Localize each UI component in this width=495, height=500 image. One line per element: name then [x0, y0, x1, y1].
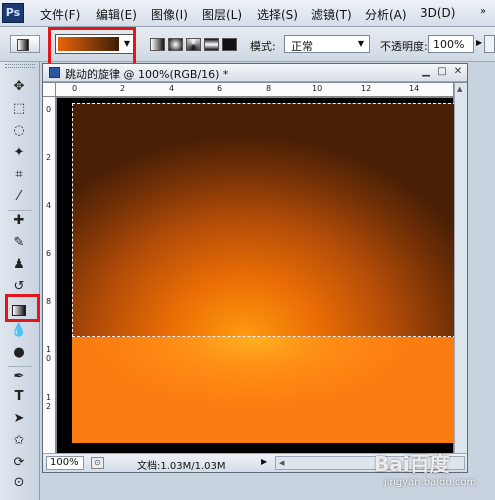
crop-tool-icon[interactable]: ⌗ [9, 166, 29, 184]
scroll-left-icon[interactable]: ◀ [279, 459, 284, 467]
toolbox-divider [8, 210, 32, 211]
ruler-label: 6 [46, 249, 52, 258]
menu-3d[interactable]: 3D(D) [420, 6, 455, 20]
document-size-info: 文档:1.03M/1.03M [137, 461, 226, 472]
ruler-origin[interactable] [43, 83, 56, 97]
menu-select[interactable]: 选择(S) [257, 6, 298, 23]
opacity-dropdown-icon[interactable]: ▶ [476, 38, 482, 47]
ruler-label: 0 [46, 105, 52, 114]
ruler-label: 4 [46, 201, 52, 210]
close-icon[interactable]: ✕ [451, 65, 465, 79]
clone-stamp-tool-icon[interactable]: ♟ [9, 256, 29, 274]
orange-fill [72, 337, 456, 443]
opacity-input[interactable]: 100% [428, 35, 474, 53]
brush-tool-icon[interactable]: ✎ [9, 234, 29, 252]
tool-preset-picker[interactable] [10, 35, 40, 53]
right-panel-strip [470, 63, 495, 500]
pen-tool-icon[interactable]: ✒ [9, 368, 29, 386]
mode-select[interactable]: 正常 ▼ [284, 35, 370, 53]
magic-wand-tool-icon[interactable]: ✦ [9, 144, 29, 162]
gradient-tool-highlight [5, 294, 40, 322]
menu-analysis[interactable]: 分析(A) [365, 6, 407, 23]
radial-gradient-icon[interactable] [168, 38, 183, 51]
horizontal-ruler[interactable]: 0 2 4 6 8 10 12 14 [56, 83, 453, 97]
opacity-value: 100% [433, 38, 465, 51]
vertical-ruler[interactable]: 0 2 4 6 8 10 12 [43, 97, 56, 453]
diamond-gradient-icon[interactable] [222, 38, 237, 51]
ruler-label: 10 [312, 84, 323, 93]
ruler-label: 6 [217, 84, 223, 93]
menu-bar: Ps 文件(F) 编辑(E) 图像(I) 图层(L) 选择(S) 滤镜(T) 分… [0, 0, 495, 27]
ruler-label: 8 [46, 297, 52, 306]
ruler-label: 12 [361, 84, 372, 93]
healing-brush-tool-icon[interactable]: ✚ [9, 212, 29, 230]
eyedropper-tool-icon[interactable]: ⁄ [9, 188, 29, 206]
ruler-label: 14 [409, 84, 420, 93]
linear-gradient-icon[interactable] [150, 38, 165, 51]
opacity-label: 不透明度: [380, 40, 428, 53]
toolbox: ✥ ⬚ ◌ ✦ ⌗ ⁄ ✚ ✎ ♟ ↺ ▱ 💧 ● ✒ T ➤ ✩ ⟳ ⊙ [0, 62, 40, 500]
menu-image[interactable]: 图像(I) [151, 6, 188, 23]
mode-value: 正常 [291, 40, 313, 53]
angle-gradient-icon[interactable] [186, 38, 201, 51]
menu-file[interactable]: 文件(F) [40, 6, 80, 23]
lasso-tool-icon[interactable]: ◌ [9, 122, 29, 140]
status-menu-arrow-icon[interactable]: ▶ [261, 457, 267, 466]
document-window: 跳动的旋律 @ 100%(RGB/16) * ▁ □ ✕ 0 2 4 6 8 1… [42, 63, 468, 473]
document-canvas[interactable] [72, 103, 456, 443]
marquee-tool-icon[interactable]: ⬚ [9, 100, 29, 118]
vertical-scrollbar[interactable] [454, 83, 467, 453]
3d-rotate-tool-icon[interactable]: ⟳ [9, 454, 29, 472]
path-selection-tool-icon[interactable]: ➤ [9, 410, 29, 428]
menu-filter[interactable]: 滤镜(T) [311, 6, 352, 23]
document-icon [49, 67, 60, 78]
ruler-label: 4 [169, 84, 175, 93]
baidu-watermark: Bai百度 jingyan.baidu.com [370, 448, 492, 496]
menu-layer[interactable]: 图层(L) [202, 6, 242, 23]
chevron-down-icon: ▼ [357, 39, 365, 48]
options-overflow[interactable] [484, 35, 495, 53]
baidu-logo: Bai百度 [374, 452, 450, 476]
ruler-label: 10 [46, 345, 52, 363]
reflected-gradient-icon[interactable] [204, 38, 219, 51]
ruler-label: 2 [120, 84, 126, 93]
toolbox-grip[interactable] [5, 64, 35, 68]
minimize-icon[interactable]: ▁ [419, 65, 433, 79]
custom-shape-tool-icon[interactable]: ✩ [9, 432, 29, 450]
menu-overflow-icon[interactable]: » [480, 6, 486, 17]
ruler-label: 12 [46, 393, 52, 411]
type-tool-icon[interactable]: T [9, 388, 29, 406]
maximize-icon[interactable]: □ [435, 65, 449, 79]
zoom-field[interactable]: 100% [46, 456, 84, 470]
watermark-url: jingyan.baidu.com [384, 477, 477, 488]
ruler-label: 2 [46, 153, 52, 162]
dodge-tool-icon[interactable]: ● [9, 344, 29, 362]
photoshop-logo: Ps [2, 3, 24, 23]
mode-label: 模式: [250, 40, 276, 53]
marquee-selection [72, 103, 456, 337]
document-title-bar[interactable]: 跳动的旋律 @ 100%(RGB/16) * ▁ □ ✕ [43, 64, 467, 82]
ruler-label: 0 [72, 84, 78, 93]
ruler-label: 8 [266, 84, 272, 93]
blur-tool-icon[interactable]: 💧 [9, 322, 29, 340]
toolbox-divider [8, 366, 32, 367]
document-title: 跳动的旋律 @ 100%(RGB/16) * [65, 68, 229, 81]
3d-orbit-tool-icon[interactable]: ⊙ [9, 474, 29, 492]
menu-edit[interactable]: 编辑(E) [96, 6, 137, 23]
move-tool-icon[interactable]: ✥ [9, 78, 29, 96]
status-info-icon[interactable]: ⊙ [91, 457, 104, 469]
